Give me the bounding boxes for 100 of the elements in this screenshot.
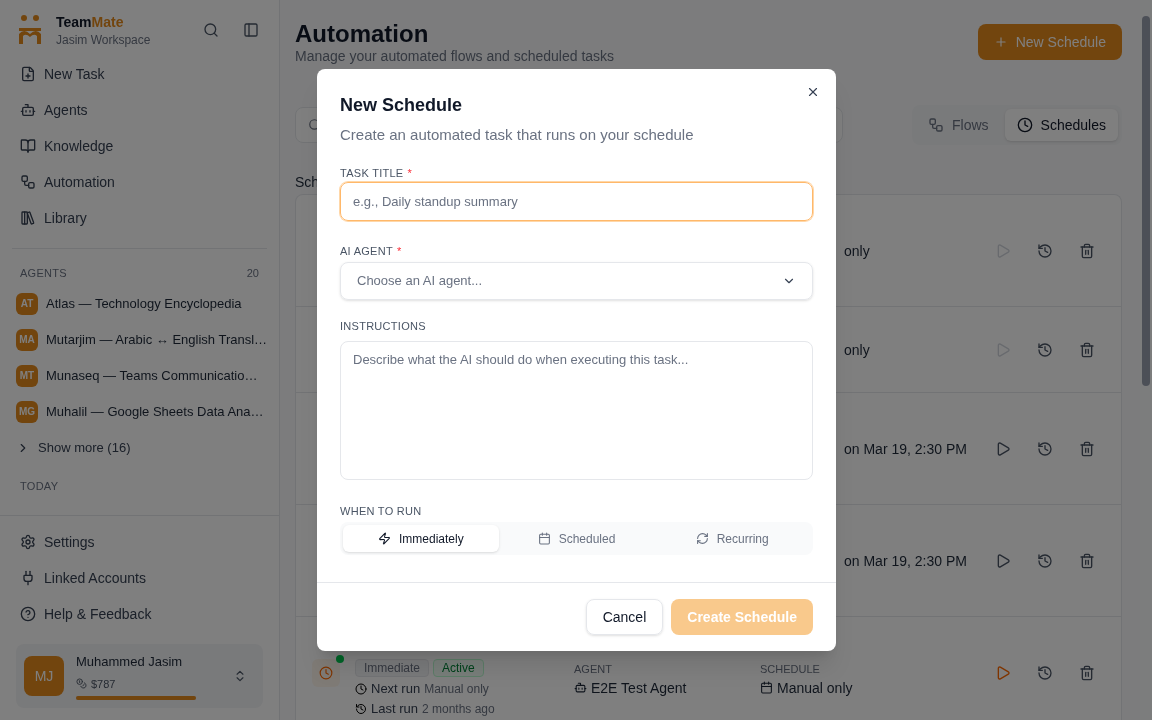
trash-icon bbox=[1079, 665, 1095, 681]
status-tag: Active bbox=[433, 659, 484, 677]
agent-avatar: AT bbox=[16, 292, 38, 315]
logo-icon bbox=[16, 14, 44, 46]
robot-icon bbox=[574, 681, 587, 694]
next-run-value: Manual only bbox=[424, 680, 489, 697]
clock-icon bbox=[355, 682, 367, 695]
coins-icon bbox=[76, 678, 87, 690]
close-icon bbox=[806, 85, 820, 99]
run-mode-tab[interactable]: Scheduled bbox=[498, 525, 655, 552]
brand-name: TeamMate bbox=[56, 13, 125, 32]
required-mark: * bbox=[396, 244, 402, 259]
help-icon bbox=[20, 606, 36, 622]
page-subtitle: Manage your automated flows and scheduled tasks bbox=[295, 48, 615, 64]
plus-icon bbox=[993, 35, 1008, 49]
nav-item[interactable]: New Task bbox=[0, 56, 279, 92]
nav-item[interactable]: Linked Accounts bbox=[0, 560, 279, 596]
view-tab[interactable]: Flows bbox=[916, 109, 1001, 141]
last-run-value: 2 months ago bbox=[422, 701, 495, 717]
refresh-icon bbox=[695, 532, 709, 545]
last-run-label: Last run bbox=[371, 700, 418, 718]
book-icon bbox=[20, 138, 36, 154]
lightning-icon bbox=[378, 532, 391, 545]
section-heading: TODAY bbox=[19, 478, 60, 494]
close-button[interactable] bbox=[806, 85, 820, 99]
field-label: AI AGENT bbox=[340, 244, 393, 259]
column-heading: SCHEDULE bbox=[760, 662, 820, 677]
nav-item[interactable]: Knowledge bbox=[0, 128, 279, 164]
status-tag: Immediate bbox=[355, 659, 430, 677]
robot-icon bbox=[20, 102, 36, 118]
required-mark: * bbox=[407, 166, 412, 181]
show-more-button[interactable]: Show more (16) bbox=[0, 429, 279, 466]
books-icon bbox=[20, 210, 36, 226]
history-icon bbox=[1037, 341, 1053, 358]
nav-item[interactable]: Library bbox=[0, 200, 279, 236]
schedule-text: only bbox=[844, 241, 870, 261]
agent-avatar: MA bbox=[16, 328, 38, 351]
panel-icon bbox=[243, 22, 259, 38]
nav-item[interactable]: Agents bbox=[0, 92, 279, 128]
trash-icon bbox=[1079, 341, 1095, 358]
credit-balance: $787 bbox=[76, 675, 196, 692]
nav-item[interactable]: Automation bbox=[0, 164, 279, 200]
agent-item[interactable]: MG Muhalil — Google Sheets Data Ana… bbox=[0, 393, 279, 430]
nav-item[interactable]: Settings bbox=[0, 524, 279, 560]
file-plus-icon bbox=[20, 66, 36, 82]
run-mode-tab[interactable]: Immediately bbox=[343, 525, 499, 552]
calendar-icon bbox=[537, 532, 551, 545]
task-title-field[interactable]: e.g., Daily standup summary bbox=[340, 182, 813, 221]
play-icon bbox=[995, 552, 1011, 569]
play-icon bbox=[995, 665, 1011, 681]
field-label: TASK TITLE bbox=[340, 166, 404, 181]
agent-item[interactable]: AT Atlas — Technology Encyclopedia bbox=[0, 285, 279, 322]
agent-name: E2E Test Agent bbox=[574, 677, 687, 698]
nav-item[interactable]: Help & Feedback bbox=[0, 596, 279, 632]
trash-icon bbox=[1079, 552, 1095, 569]
user-card[interactable]: MJ Muhammed Jasim $787 bbox=[16, 644, 263, 708]
agent-name: Atlas — Technology Encyclopedia bbox=[46, 294, 242, 313]
history-icon bbox=[1037, 440, 1053, 457]
user-avatar: MJ bbox=[24, 656, 64, 696]
page-title: Automation bbox=[295, 20, 429, 48]
agent-name: Mutarjim — Arabic ↔ English Transl… bbox=[46, 330, 268, 349]
calendar-icon bbox=[760, 681, 773, 694]
agent-avatar: MG bbox=[16, 400, 38, 423]
schedule-text: on Mar 19, 2:30 PM bbox=[844, 551, 967, 571]
history-icon bbox=[1037, 552, 1053, 569]
schedule-text: only bbox=[844, 340, 870, 360]
field-label: INSTRUCTIONS bbox=[340, 319, 426, 334]
view-tab[interactable]: Schedules bbox=[1004, 109, 1118, 141]
run-mode-tab[interactable]: Recurring bbox=[654, 525, 810, 552]
workflow-icon bbox=[928, 117, 945, 133]
schedule-text: on Mar 19, 2:30 PM bbox=[844, 439, 967, 459]
agent-item[interactable]: MT Munaseq — Teams Communicatio… bbox=[0, 357, 279, 394]
agent-name: Munaseq — Teams Communicatio… bbox=[46, 366, 258, 385]
trash-icon bbox=[1079, 242, 1095, 259]
settings-icon bbox=[20, 534, 36, 550]
dialog-description: Create an automated task that runs on your schedule bbox=[340, 125, 694, 145]
agent-avatar: MT bbox=[16, 364, 38, 387]
agent-item[interactable]: MA Mutarjim — Arabic ↔ English Transl… bbox=[0, 321, 279, 358]
user-name: Muhammed Jasim bbox=[76, 653, 184, 671]
agent-select[interactable]: Choose an AI agent... bbox=[340, 262, 813, 300]
agent-count: 20 bbox=[246, 266, 259, 281]
history-icon bbox=[1037, 665, 1053, 681]
section-heading: AGENTS bbox=[20, 266, 67, 281]
workspace-name: Jasim Workspace bbox=[56, 32, 151, 48]
play-icon bbox=[995, 440, 1011, 457]
schedule-text: Manual only bbox=[760, 677, 853, 698]
workflow-icon bbox=[20, 174, 36, 190]
agent-name: Muhalil — Google Sheets Data Ana… bbox=[46, 402, 264, 421]
clock-icon bbox=[319, 666, 333, 680]
search-icon bbox=[203, 22, 219, 38]
history-icon bbox=[355, 703, 367, 715]
instructions-field[interactable]: Describe what the AI should do when executing this task... bbox=[340, 341, 813, 480]
plug-icon bbox=[20, 570, 36, 586]
field-label: WHEN TO RUN bbox=[340, 504, 422, 519]
trash-icon bbox=[1079, 440, 1095, 457]
next-run-label: Next run bbox=[371, 680, 421, 698]
column-heading: AGENT bbox=[574, 662, 612, 677]
cancel-button[interactable]: Cancel bbox=[585, 599, 664, 635]
dialog-title: New Schedule bbox=[340, 94, 463, 117]
clock-icon bbox=[1016, 117, 1033, 133]
